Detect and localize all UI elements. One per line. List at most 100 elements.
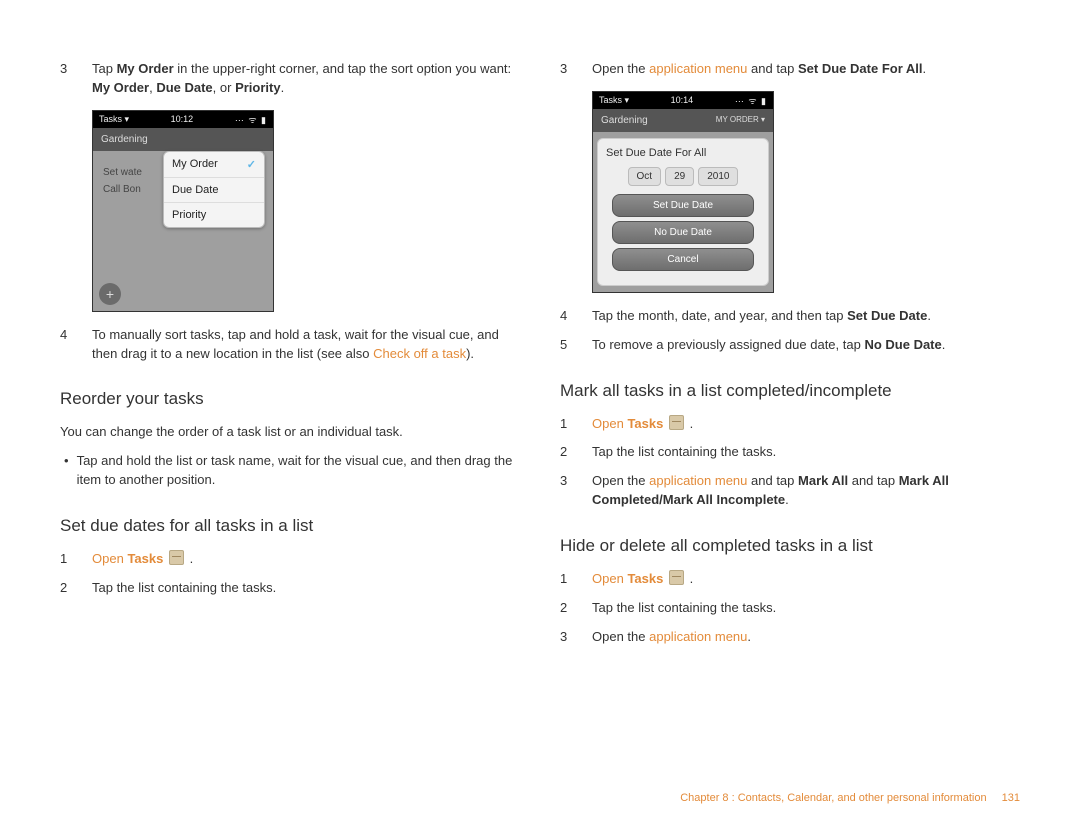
date-picker: Oct 29 2010 — [606, 167, 760, 186]
text: . — [923, 61, 927, 76]
phone-body: Set Due Date For All Oct 29 2010 Set Due… — [593, 132, 773, 292]
label: My Order — [172, 158, 218, 170]
step-number: 5 — [560, 336, 574, 355]
sort-popup: My Order ✓ Due Date Priority — [163, 151, 265, 228]
bold: Mark All — [798, 473, 848, 488]
text: . — [942, 337, 946, 352]
tasks-app-icon — [669, 415, 684, 430]
phone-topbar: Gardening — [93, 128, 273, 151]
link-check-off-task[interactable]: Check off a task — [373, 346, 466, 361]
link-app-menu[interactable]: application menu — [649, 473, 747, 488]
link-tasks[interactable]: Tasks — [627, 571, 663, 586]
step-body: Open the application menu and tap Mark A… — [592, 472, 1020, 510]
step-number: 3 — [560, 472, 574, 510]
set-due-date-button[interactable]: Set Due Date — [612, 194, 754, 217]
text: and tap — [848, 473, 899, 488]
text: . — [686, 416, 693, 431]
text: ). — [466, 346, 474, 361]
text: . — [281, 80, 285, 95]
popup-item-priority[interactable]: Priority — [164, 202, 264, 227]
step-number: 2 — [560, 599, 574, 618]
step-body: Tap the list containing the tasks. — [592, 443, 1020, 462]
step-number: 1 — [60, 550, 74, 569]
time: 10:14 — [671, 95, 694, 105]
link-open[interactable]: Open — [592, 416, 624, 431]
heading-mark-all: Mark all tasks in a list completed/incom… — [560, 381, 1020, 401]
page-footer: Chapter 8 : Contacts, Calendar, and othe… — [680, 792, 1020, 804]
text: To remove a previously assigned due date… — [592, 337, 864, 352]
label: Priority — [172, 209, 206, 221]
reorder-bullet: Tap and hold the list or task name, wait… — [64, 452, 520, 490]
text: Open the — [592, 61, 649, 76]
popup-item-due-date[interactable]: Due Date — [164, 177, 264, 202]
mark-step-3: 3 Open the application menu and tap Mark… — [560, 472, 1020, 510]
bullet-text: Tap and hold the list or task name, wait… — [77, 452, 520, 490]
text: and tap — [747, 61, 798, 76]
bold: My Order — [92, 80, 149, 95]
step-body: Tap the list containing the tasks. — [592, 599, 1020, 618]
link-open[interactable]: Open — [592, 571, 624, 586]
bold: Priority — [235, 80, 281, 95]
mark-step-2: 2 Tap the list containing the tasks. — [560, 443, 1020, 462]
sheet-title: Set Due Date For All — [606, 147, 760, 159]
screenshot-set-due-date: Tasks ▾ 10:14 ⋯ ᯤ ▮ Gardening MY ORDER ▾… — [592, 91, 774, 293]
hide-step-3: 3 Open the application menu. — [560, 628, 1020, 647]
text: and tap — [747, 473, 798, 488]
cancel-button[interactable]: Cancel — [612, 248, 754, 271]
check-icon: ✓ — [247, 158, 256, 171]
sort-label: MY ORDER ▾ — [716, 115, 765, 126]
right-column: 3 Open the application menu and tap Set … — [560, 60, 1020, 656]
status-icons: ⋯ ᯤ ▮ — [735, 94, 767, 107]
phone-body: Set wate Call Bon My Order✓ Due Date Pri… — [93, 151, 273, 311]
step-body: Open the application menu and tap Set Du… — [592, 60, 1020, 79]
label: Due Date — [172, 184, 218, 196]
add-task-button[interactable]: + — [99, 283, 121, 305]
step-number: 2 — [560, 443, 574, 462]
due-date-sheet: Set Due Date For All Oct 29 2010 Set Due… — [597, 138, 769, 286]
text: . — [686, 571, 693, 586]
app-name: Tasks ▾ — [99, 114, 129, 125]
step-body: Open Tasks . — [592, 415, 1020, 434]
left-step-3: 3 Tap My Order in the upper-right corner… — [60, 60, 520, 98]
step-body: Open Tasks . — [92, 550, 520, 569]
link-open[interactable]: Open — [92, 551, 124, 566]
text: Tap the month, date, and year, and then … — [592, 308, 847, 323]
step-body: Tap My Order in the upper-right corner, … — [92, 60, 520, 98]
text: in the upper-right corner, and tap the s… — [174, 61, 512, 76]
month-segment[interactable]: Oct — [628, 167, 662, 186]
year-segment[interactable]: 2010 — [698, 167, 738, 186]
step-body: Tap the month, date, and year, and then … — [592, 307, 1020, 326]
bold: My Order — [117, 61, 174, 76]
bold: Set Due Date — [847, 308, 927, 323]
right-step-4: 4 Tap the month, date, and year, and the… — [560, 307, 1020, 326]
tasks-app-icon — [169, 550, 184, 565]
link-app-menu[interactable]: application menu — [649, 61, 747, 76]
tasks-app-icon — [669, 570, 684, 585]
list-title: Gardening — [601, 115, 648, 126]
status-icons: ⋯ ᯤ ▮ — [235, 113, 267, 126]
app-name: Tasks ▾ — [599, 95, 629, 106]
heading-hide-delete: Hide or delete all completed tasks in a … — [560, 536, 1020, 556]
step-body: Open Tasks . — [592, 570, 1020, 589]
step-body: Open the application menu. — [592, 628, 1020, 647]
text: Open the — [592, 629, 649, 644]
link-app-menu[interactable]: application menu — [649, 629, 747, 644]
no-due-date-button[interactable]: No Due Date — [612, 221, 754, 244]
text: . — [927, 308, 931, 323]
heading-reorder: Reorder your tasks — [60, 389, 520, 409]
text: . — [186, 551, 193, 566]
step-number: 3 — [560, 60, 574, 79]
bold: Due Date — [156, 80, 212, 95]
link-tasks[interactable]: Tasks — [127, 551, 163, 566]
step-body: Tap the list containing the tasks. — [92, 579, 520, 598]
text: Tap — [92, 61, 117, 76]
popup-item-my-order[interactable]: My Order ✓ — [164, 152, 264, 177]
mark-step-1: 1 Open Tasks . — [560, 415, 1020, 434]
text: Open the — [592, 473, 649, 488]
link-tasks[interactable]: Tasks — [627, 416, 663, 431]
list-title: Gardening — [101, 134, 148, 145]
text: . — [785, 492, 789, 507]
text: , or — [213, 80, 235, 95]
day-segment[interactable]: 29 — [665, 167, 694, 186]
bold: No Due Date — [864, 337, 941, 352]
